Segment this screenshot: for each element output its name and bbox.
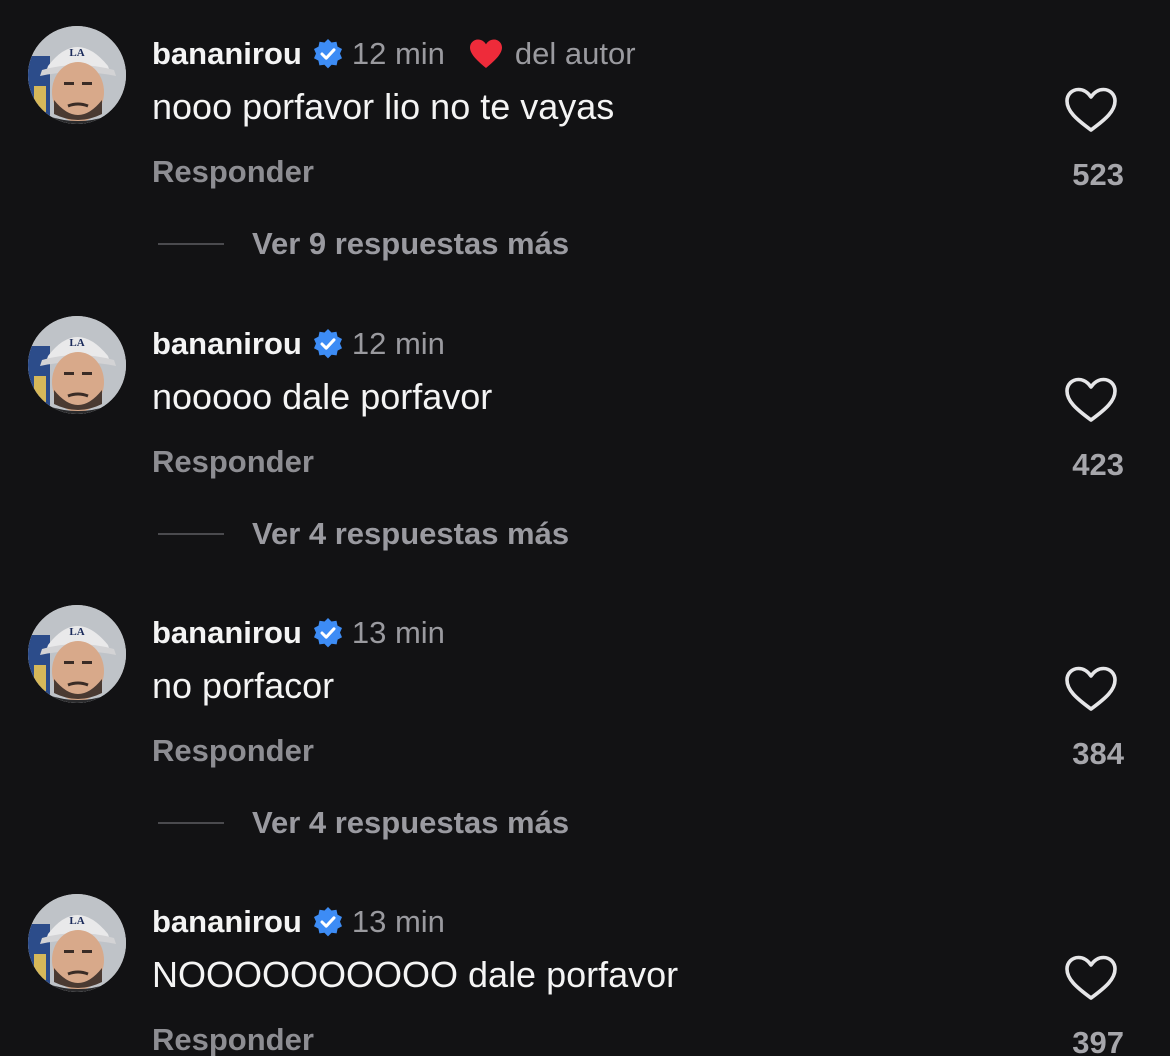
username[interactable]: bananirou: [152, 326, 302, 362]
view-replies-button[interactable]: Ver 4 respuestas más: [158, 801, 569, 845]
svg-text:LA: LA: [69, 47, 84, 59]
comment-header: bananirou 12 min: [152, 322, 445, 366]
thread-line: [158, 822, 224, 824]
filled-heart-icon: [469, 38, 503, 70]
comment-text: nooo porfavor lio no te vayas: [152, 86, 615, 127]
thread-line: [158, 243, 224, 245]
author-liked-label: del autor: [514, 36, 636, 71]
comment-item: LA bananirou 12 min nooooo dale porfavor…: [0, 290, 1170, 551]
avatar-image: LA: [28, 605, 126, 703]
comment-text: nooooo dale porfavor: [152, 376, 493, 417]
comment-time: 13 min: [351, 615, 445, 650]
avatar[interactable]: LA: [28, 316, 126, 414]
verified-badge-icon: [312, 617, 344, 649]
comment-item: LA bananirou 13 min no porfacor Responde…: [0, 579, 1170, 840]
reply-button[interactable]: Responder: [152, 733, 314, 769]
reply-button[interactable]: Responder: [152, 154, 314, 190]
view-replies-button[interactable]: Ver 9 respuestas más: [158, 222, 569, 266]
comment-time: 12 min: [351, 326, 445, 361]
avatar-image: LA: [28, 26, 126, 124]
username[interactable]: bananirou: [152, 36, 302, 72]
view-replies-button[interactable]: Ver 4 respuestas más: [158, 512, 569, 556]
comment-item: LA bananirou 13 min NOOOOOOOOOO dale por…: [0, 868, 1170, 1056]
like-count: 384: [1072, 736, 1124, 771]
heart-outline-icon[interactable]: [1064, 86, 1118, 134]
view-replies-label: Ver 4 respuestas más: [252, 516, 570, 551]
comment-header: bananirou 12 min del autor: [152, 32, 636, 76]
username[interactable]: bananirou: [152, 904, 302, 940]
svg-text:LA: LA: [69, 915, 84, 927]
view-replies-label: Ver 4 respuestas más: [252, 805, 570, 840]
comment-text: NOOOOOOOOOO dale porfavor: [152, 954, 679, 995]
verified-badge-icon: [312, 328, 344, 360]
like-count: 397: [1072, 1025, 1124, 1056]
heart-outline-icon[interactable]: [1064, 665, 1118, 713]
comment-time: 12 min: [351, 36, 445, 71]
comment-item: LA bananirou 12 min del autor nooo porfa…: [0, 0, 1170, 261]
like-count: 523: [1072, 157, 1124, 192]
avatar[interactable]: LA: [28, 26, 126, 124]
heart-outline-icon[interactable]: [1064, 376, 1118, 424]
heart-outline-icon[interactable]: [1064, 954, 1118, 1002]
comment-header: bananirou 13 min: [152, 900, 445, 944]
like-count: 423: [1072, 447, 1124, 482]
thread-line: [158, 533, 224, 535]
reply-button[interactable]: Responder: [152, 444, 314, 480]
comment-header: bananirou 13 min: [152, 611, 445, 655]
comment-time: 13 min: [351, 904, 445, 939]
username[interactable]: bananirou: [152, 615, 302, 651]
avatar-image: LA: [28, 894, 126, 992]
verified-badge-icon: [312, 906, 344, 938]
svg-text:LA: LA: [69, 337, 84, 349]
view-replies-label: Ver 9 respuestas más: [252, 226, 570, 261]
reply-button[interactable]: Responder: [152, 1022, 314, 1056]
svg-text:LA: LA: [69, 626, 84, 638]
verified-badge-icon: [312, 38, 344, 70]
avatar[interactable]: LA: [28, 894, 126, 992]
avatar[interactable]: LA: [28, 605, 126, 703]
comments-list: LA bananirou 12 min del autor nooo porfa…: [0, 0, 1170, 1056]
comment-text: no porfacor: [152, 665, 335, 706]
avatar-image: LA: [28, 316, 126, 414]
